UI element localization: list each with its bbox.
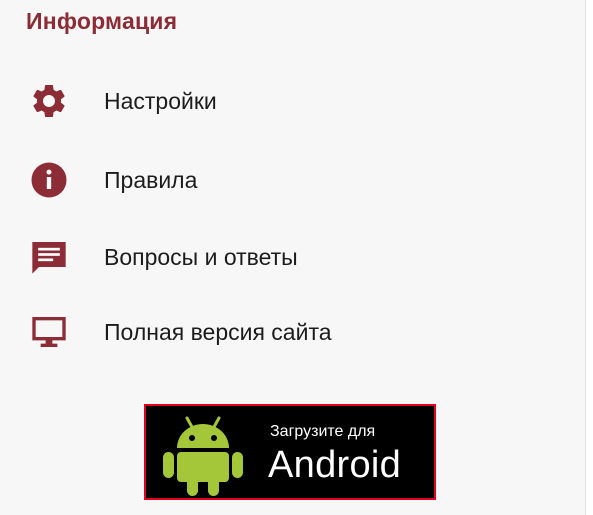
menu-item-label: Полная версия сайта	[104, 318, 332, 345]
section-title: Информация	[26, 8, 178, 34]
menu-item-label: Правила	[104, 166, 198, 193]
menu-item-label: Настройки	[104, 87, 217, 114]
menu-item-full-site[interactable]: Полная версия сайта	[0, 306, 585, 358]
info-panel: Информация Настройки Правила Вопросы и о…	[0, 0, 586, 515]
menu-item-rules[interactable]: Правила	[0, 154, 585, 206]
menu-item-faq[interactable]: Вопросы и ответы	[0, 231, 585, 283]
menu-item-settings[interactable]: Настройки	[0, 75, 585, 127]
gear-icon	[27, 79, 71, 123]
android-robot-icon	[158, 410, 248, 498]
menu-item-label: Вопросы и ответы	[104, 243, 298, 270]
badge-platform-name: Android	[268, 444, 402, 486]
monitor-icon	[27, 310, 71, 354]
chat-icon	[27, 235, 71, 279]
android-download-badge[interactable]: Загрузите для Android	[144, 404, 436, 500]
badge-caption: Загрузите для	[270, 423, 376, 440]
info-icon	[27, 158, 71, 202]
